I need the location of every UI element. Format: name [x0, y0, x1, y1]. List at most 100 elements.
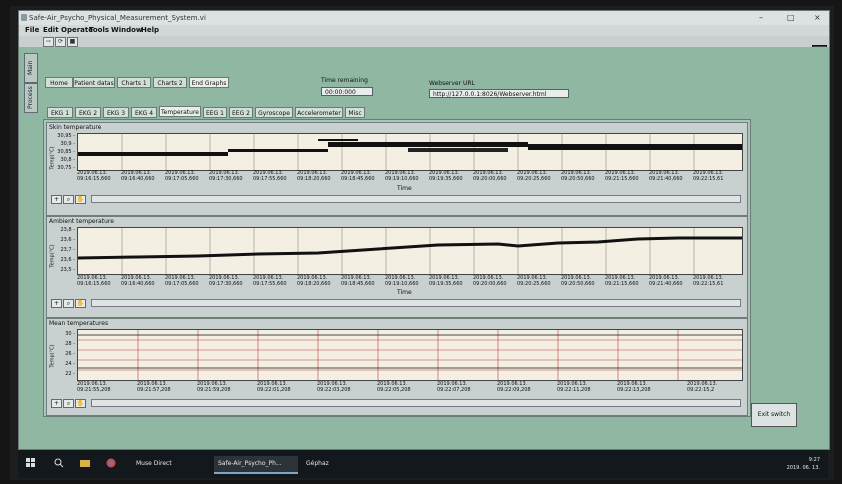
x-tick-time: 09:17:05,660: [165, 281, 199, 287]
pan-tool-icon[interactable]: ✋: [75, 299, 86, 308]
chrome-icon[interactable]: [106, 458, 116, 468]
tab-ekg-1[interactable]: EKG 1: [47, 107, 73, 118]
system-tray-clock[interactable]: 9:27 2019. 06. 13.: [787, 456, 820, 472]
plot-area: [77, 133, 743, 171]
windows-start-icon[interactable]: [26, 458, 36, 468]
window-title: Safe-Air_Psycho_Physical_Measurement_Sys…: [29, 14, 206, 22]
maximize-button[interactable]: □: [787, 13, 795, 22]
taskbar-app-muse-direct[interactable]: Muse Direct: [132, 456, 212, 472]
side-tab-main[interactable]: Main: [24, 53, 38, 83]
minimize-button[interactable]: –: [759, 13, 763, 22]
taskbar-app-gephaz[interactable]: Géphaz: [302, 456, 366, 472]
x-tick-time: 09:17:05,660: [165, 176, 199, 182]
x-tick-time: 09:22:09,208: [497, 387, 531, 393]
x-tick-time: 09:17:30,660: [209, 281, 243, 287]
taskbar-app-safe-air[interactable]: Safe-Air_Psycho_Ph...: [214, 456, 298, 474]
tab-ekg-3[interactable]: EKG 3: [103, 107, 129, 118]
tab-gyroscope[interactable]: Gyroscope: [255, 107, 293, 118]
x-tick-time: 09:22:15,2: [687, 387, 715, 393]
ambient-temp-trace: [77, 236, 742, 260]
run-continuous-icon[interactable]: ⟳: [55, 37, 66, 47]
y-tick-label: 30,85 -: [57, 149, 75, 155]
y-tick-label: 23,6 -: [60, 237, 75, 243]
menu-window[interactable]: Window: [111, 26, 142, 34]
grid-lines: [78, 330, 742, 380]
x-tick-time: 09:16:15,660: [77, 176, 111, 182]
clock-time: 9:27: [808, 457, 820, 463]
menu-edit[interactable]: Edit: [43, 26, 59, 34]
file-explorer-icon[interactable]: [80, 458, 90, 468]
app-icon: [21, 14, 27, 21]
exit-switch-button[interactable]: Exit switch: [751, 403, 797, 427]
tab-patient-datas[interactable]: Patient datas: [73, 77, 115, 88]
x-tick-time: 09:21:55,208: [77, 387, 111, 393]
tab-temperature[interactable]: Temperature: [159, 106, 201, 117]
toolbar: ⇨ ⟳ ■: [19, 36, 829, 47]
menu-tools[interactable]: Tools: [89, 26, 109, 34]
skin-temperature-chart: Skin temperature Temp(°C) 30,95 - 30,9 -…: [46, 122, 748, 216]
x-tick-time: 09:22:03,208: [317, 387, 351, 393]
x-tick-time: 09:19:10,660: [385, 176, 419, 182]
pan-tool-icon[interactable]: ✋: [75, 399, 86, 408]
x-tick-time: 09:18:45,660: [341, 176, 375, 182]
webserver-url-field[interactable]: http://127.0.0.1:8026/Webserver.html: [429, 89, 569, 98]
side-tab-process[interactable]: Process: [24, 83, 38, 113]
skin-temp-trace: [78, 139, 742, 156]
x-tick-time: 09:17:30,660: [209, 176, 243, 182]
y-tick-label: 28 -: [65, 341, 75, 347]
y-tick-label: 22 -: [65, 371, 75, 377]
tab-misc[interactable]: Misc: [345, 107, 365, 118]
close-button[interactable]: ×: [814, 13, 821, 22]
cursor-tool-icon[interactable]: +: [51, 299, 62, 308]
x-tick-time: 09:18:45,660: [341, 281, 375, 287]
x-tick-time: 09:21:40,660: [649, 176, 683, 182]
x-tick-time: 09:21:57,208: [137, 387, 171, 393]
tab-charts-1[interactable]: Charts 1: [117, 77, 151, 88]
cursor-tool-icon[interactable]: +: [51, 195, 62, 204]
y-tick-label: 30,8 -: [60, 157, 75, 163]
chart-scrollbar[interactable]: [91, 195, 741, 203]
cursor-tool-icon[interactable]: +: [51, 399, 62, 408]
pan-tool-icon[interactable]: ✋: [75, 195, 86, 204]
y-tick-label: 30 -: [65, 331, 75, 337]
tab-eeg-1[interactable]: EEG 1: [203, 107, 227, 118]
zoom-tool-icon[interactable]: ⌕: [63, 399, 74, 408]
title-bar: Safe-Air_Psycho_Physical_Measurement_Sys…: [19, 11, 829, 25]
abort-icon[interactable]: ■: [67, 37, 78, 47]
x-tick-time: 09:21:59,208: [197, 387, 231, 393]
chart-title: Mean temperatures: [49, 320, 109, 327]
y-tick-label: 23,6 -: [60, 257, 75, 263]
x-tick-time: 09:16:15,660: [77, 281, 111, 287]
tab-ekg-2[interactable]: EKG 2: [75, 107, 101, 118]
search-icon[interactable]: [54, 458, 64, 468]
zoom-tool-icon[interactable]: ⌕: [63, 195, 74, 204]
menu-help[interactable]: Help: [141, 26, 159, 34]
tab-home[interactable]: Home: [45, 77, 73, 88]
graph-tools: + ⌕ ✋: [51, 399, 87, 408]
x-tick-time: 09:22:05,208: [377, 387, 411, 393]
mean-temp-plot-svg: [78, 330, 742, 380]
y-tick-label: 23,8 -: [60, 227, 75, 233]
y-tick-label: 24 -: [65, 361, 75, 367]
chart-title: Skin temperature: [49, 124, 102, 131]
tab-charts-2[interactable]: Charts 2: [153, 77, 187, 88]
y-tick-label: 23,7 -: [60, 247, 75, 253]
tab-ekg-4[interactable]: EKG 4: [131, 107, 157, 118]
x-tick-time: 09:19:10,660: [385, 281, 419, 287]
y-tick-label: 30,9 -: [60, 141, 75, 147]
x-tick-time: 09:20:50,660: [561, 281, 595, 287]
menu-file[interactable]: File: [25, 26, 39, 34]
chart-scrollbar[interactable]: [91, 399, 741, 407]
x-tick-time: 09:20:00,660: [473, 176, 507, 182]
skin-temp-plot-svg: [78, 134, 742, 170]
graph-tools: + ⌕ ✋: [51, 299, 87, 308]
tab-eeg-2[interactable]: EEG 2: [229, 107, 253, 118]
tab-accelerometer[interactable]: Accelerometer: [295, 107, 343, 118]
chart-scrollbar[interactable]: [91, 299, 741, 307]
plot-area: [77, 329, 743, 381]
run-arrow-icon[interactable]: ⇨: [43, 37, 54, 47]
zoom-tool-icon[interactable]: ⌕: [63, 299, 74, 308]
tab-end-graphs[interactable]: End Graphs: [189, 77, 229, 88]
x-axis-title: Time: [397, 185, 412, 192]
y-tick-label: 30,95 -: [57, 133, 75, 139]
